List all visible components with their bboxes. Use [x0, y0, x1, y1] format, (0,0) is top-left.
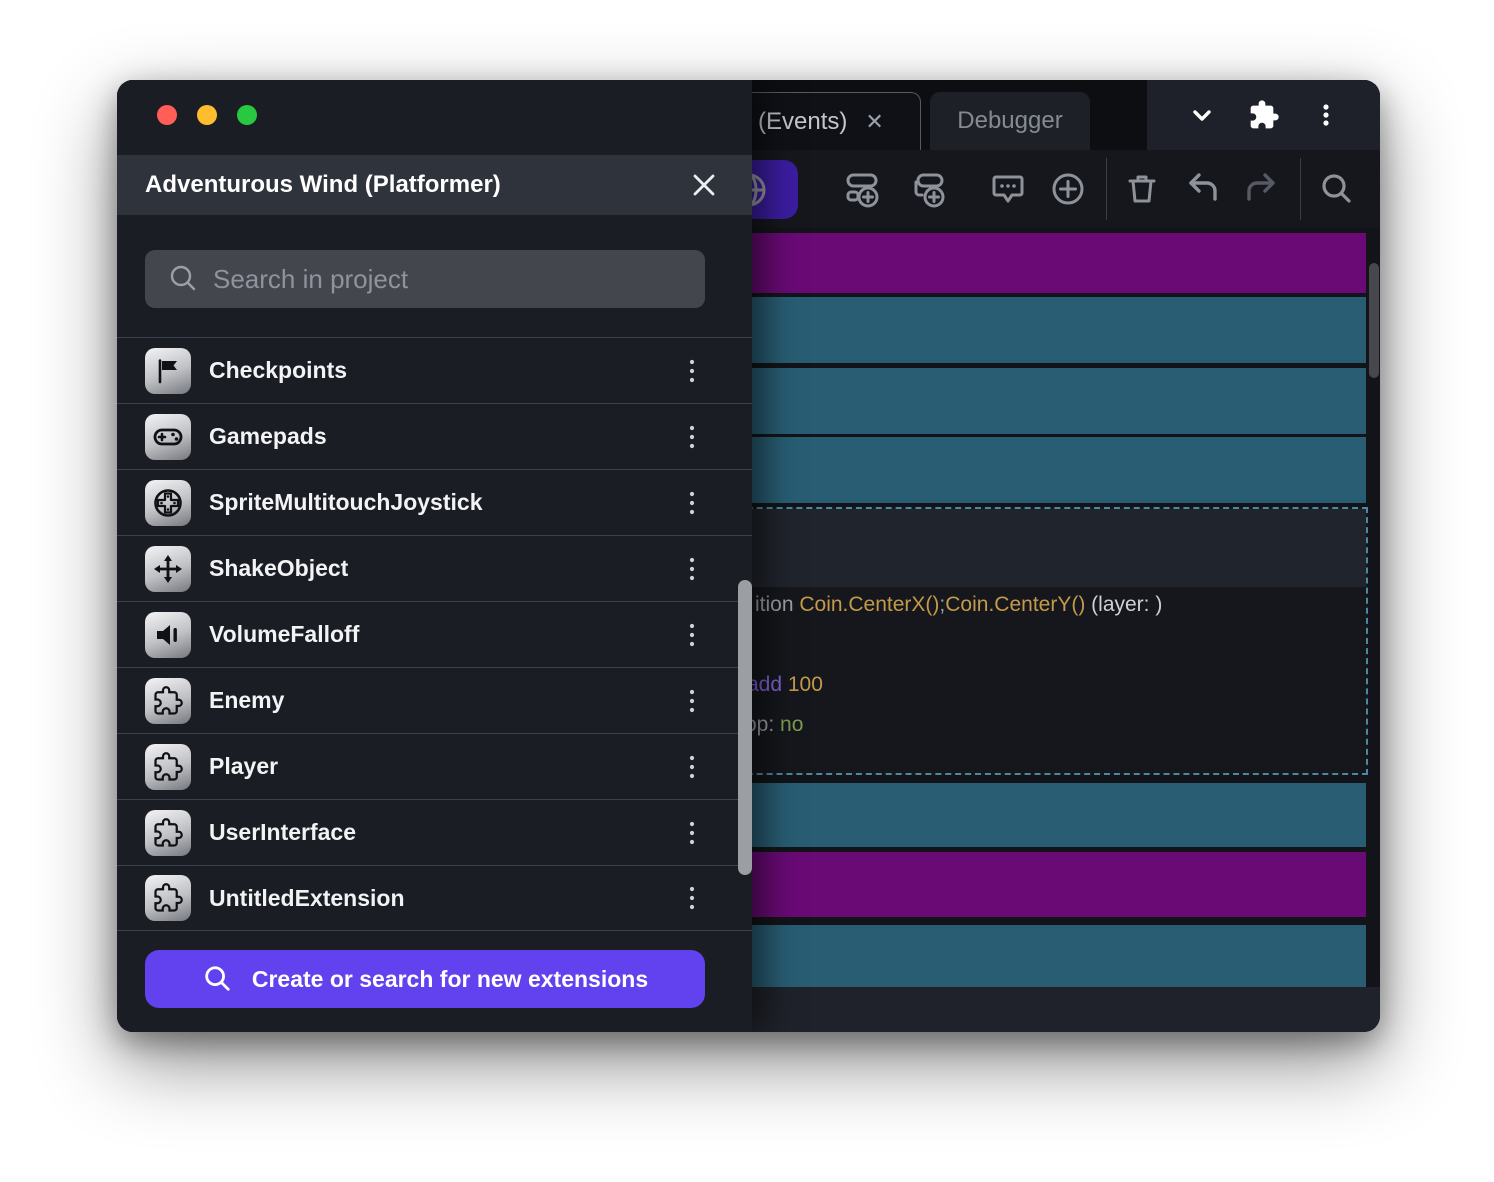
list-item-spritemultitouchjoystick[interactable]: SpriteMultitouchJoystick — [117, 469, 752, 535]
add-other-button[interactable] — [1041, 162, 1095, 216]
events-scrollbar[interactable] — [1369, 263, 1379, 378]
kebab-menu-icon[interactable] — [684, 622, 700, 648]
kebab-menu-icon[interactable] — [684, 358, 700, 384]
extensions-list: Checkpoints Gamepads SpriteMultitouchJoy… — [117, 337, 752, 931]
code-token: (layer: ) — [1085, 593, 1162, 616]
event-condition-area[interactable] — [719, 509, 1366, 587]
list-item-label: UserInterface — [209, 819, 684, 846]
kebab-menu-icon[interactable] — [684, 688, 700, 714]
drawer-scrollbar[interactable] — [738, 580, 752, 875]
project-drawer: Adventurous Wind (Platformer) Checkpoint… — [117, 80, 752, 1032]
list-item-checkpoints[interactable]: Checkpoints — [117, 337, 752, 403]
code-token: no — [780, 713, 803, 736]
list-item-label: Player — [209, 753, 684, 780]
project-search — [145, 250, 705, 308]
event-action-line[interactable]: ition Coin.CenterX();Coin.CenterY() (lay… — [755, 593, 1162, 617]
list-item-shakeobject[interactable]: ShakeObject — [117, 535, 752, 601]
kebab-menu-icon[interactable] — [684, 885, 700, 911]
event-row[interactable] — [717, 233, 1366, 293]
tab-events[interactable]: (Events) ✕ — [735, 92, 921, 150]
puzzle-icon — [145, 678, 191, 724]
code-token: 100 — [788, 673, 823, 696]
search-events-button[interactable] — [1309, 162, 1363, 216]
puzzle-icon — [145, 810, 191, 856]
move-arrows-icon — [145, 546, 191, 592]
gamepad-icon — [145, 414, 191, 460]
tab-events-label: (Events) — [758, 108, 847, 136]
list-item-player[interactable]: Player — [117, 733, 752, 799]
kebab-menu-icon[interactable] — [684, 556, 700, 582]
selected-event-block[interactable]: ition Coin.CenterX();Coin.CenterY() (lay… — [717, 507, 1368, 775]
list-item-label: Enemy — [209, 687, 684, 714]
event-row[interactable] — [717, 852, 1366, 917]
event-row[interactable] — [717, 368, 1366, 434]
kebab-menu-icon[interactable] — [684, 820, 700, 846]
macos-titlebar — [117, 80, 752, 155]
code-token: Coin.CenterY() — [945, 593, 1085, 616]
speaker-icon — [145, 612, 191, 658]
window-controls — [1147, 80, 1380, 150]
traffic-minimize-button[interactable] — [197, 105, 217, 125]
add-subevent-button[interactable] — [901, 162, 955, 216]
event-row[interactable] — [717, 297, 1366, 363]
add-comment-button[interactable] — [981, 162, 1035, 216]
event-row[interactable] — [717, 783, 1366, 847]
traffic-close-button[interactable] — [157, 105, 177, 125]
tab-debugger-label: Debugger — [957, 107, 1062, 135]
code-token: Coin.CenterX() — [799, 593, 939, 616]
list-item-label: UntitledExtension — [209, 885, 684, 912]
kebab-menu-icon[interactable] — [684, 754, 700, 780]
list-item-label: Checkpoints — [209, 357, 684, 384]
puzzle-icon — [145, 744, 191, 790]
puzzle-icon — [145, 875, 191, 921]
list-item-untitledextension[interactable]: UntitledExtension — [117, 865, 752, 931]
list-item-gamepads[interactable]: Gamepads — [117, 403, 752, 469]
list-item-label: VolumeFalloff — [209, 621, 684, 648]
close-icon[interactable] — [690, 171, 718, 199]
add-event-button[interactable] — [835, 162, 889, 216]
toolbar-divider — [1106, 158, 1107, 220]
chevron-down-icon[interactable] — [1187, 100, 1217, 130]
traffic-zoom-button[interactable] — [237, 105, 257, 125]
tab-close-icon[interactable]: ✕ — [865, 111, 883, 133]
joystick-icon — [145, 480, 191, 526]
list-item-label: Gamepads — [209, 423, 684, 450]
more-menu-icon[interactable] — [1312, 101, 1340, 129]
toolbar-divider — [1300, 158, 1301, 220]
tab-debugger[interactable]: Debugger — [930, 92, 1090, 150]
event-row[interactable] — [717, 925, 1366, 987]
flag-icon — [145, 348, 191, 394]
list-item-label: ShakeObject — [209, 555, 684, 582]
create-extension-button[interactable]: Create or search for new extensions — [145, 950, 705, 1008]
list-item-enemy[interactable]: Enemy — [117, 667, 752, 733]
drawer-header: Adventurous Wind (Platformer) — [117, 155, 752, 215]
event-row[interactable] — [717, 437, 1366, 503]
event-action-line[interactable]: add 100 — [747, 673, 823, 697]
kebab-menu-icon[interactable] — [684, 490, 700, 516]
list-item-label: SpriteMultitouchJoystick — [209, 489, 684, 516]
app-window: (Events) ✕ Debugger — [117, 80, 1380, 1032]
list-item-userinterface[interactable]: UserInterface — [117, 799, 752, 865]
code-token: add — [747, 673, 788, 696]
kebab-menu-icon[interactable] — [684, 424, 700, 450]
redo-button[interactable] — [1235, 162, 1289, 216]
project-title: Adventurous Wind (Platformer) — [145, 171, 690, 199]
list-item-volumefalloff[interactable]: VolumeFalloff — [117, 601, 752, 667]
search-icon — [167, 263, 199, 295]
create-extension-label: Create or search for new extensions — [252, 966, 648, 993]
event-action-line[interactable]: op: no — [745, 713, 803, 737]
search-input[interactable] — [213, 264, 705, 295]
code-token: ition — [755, 593, 799, 616]
undo-button[interactable] — [1175, 162, 1229, 216]
search-icon — [202, 964, 232, 994]
delete-button[interactable] — [1115, 162, 1169, 216]
extensions-puzzle-icon[interactable] — [1248, 99, 1280, 131]
